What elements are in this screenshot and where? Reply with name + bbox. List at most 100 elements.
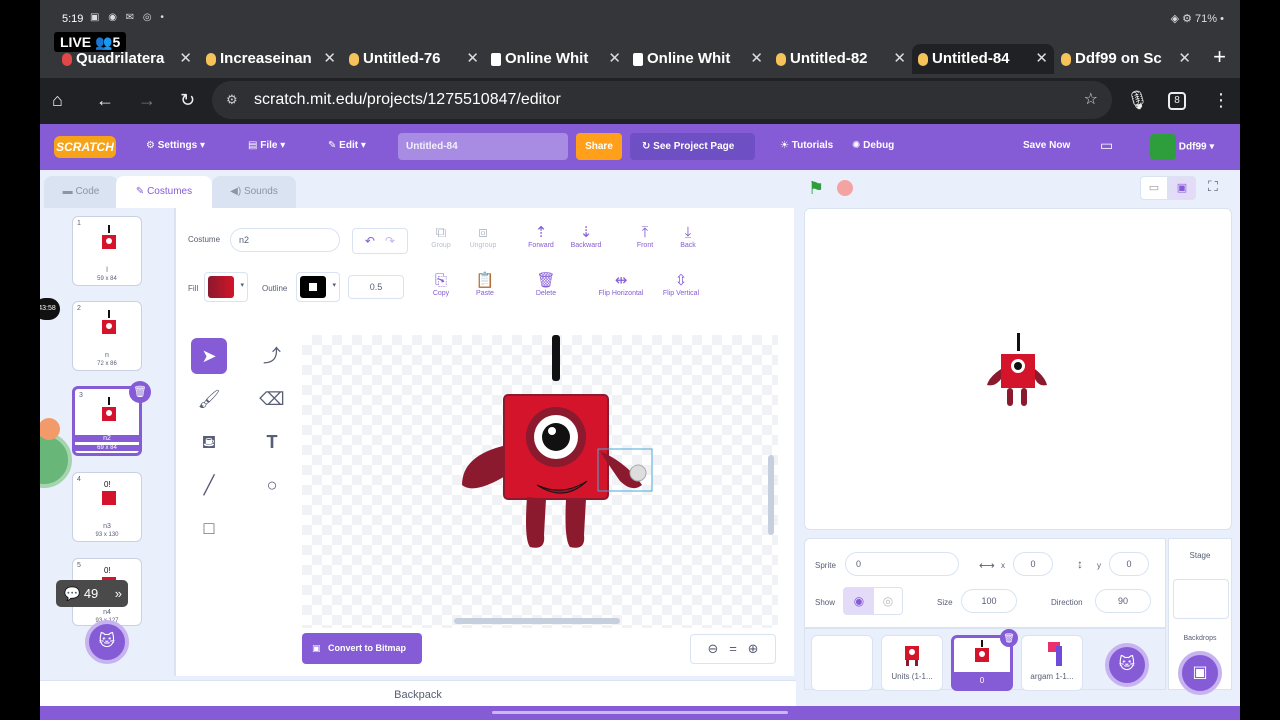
stage[interactable]: [804, 208, 1232, 530]
costume-item[interactable]: 2 n 72 x 86: [72, 301, 142, 371]
close-icon[interactable]: ✕: [750, 44, 763, 74]
zoom-out-icon[interactable]: ⊖: [707, 641, 718, 656]
small-stage-button[interactable]: ▭: [1140, 176, 1168, 200]
browser-tab[interactable]: Increaseinan ✕: [200, 44, 342, 74]
show-eye-icon[interactable]: ◉: [844, 588, 874, 614]
site-info-icon[interactable]: ⚙: [226, 81, 238, 119]
reload-icon[interactable]: ↻: [180, 90, 195, 111]
close-icon[interactable]: ✕: [179, 44, 192, 74]
select-tool[interactable]: ➤: [191, 338, 227, 374]
line-tool[interactable]: ╱: [191, 467, 227, 503]
delete-costume-icon[interactable]: 🗑: [129, 381, 151, 403]
browser-tab[interactable]: Online Whit ✕: [485, 44, 627, 74]
settings-menu[interactable]: ⚙ Settings ▾: [146, 140, 205, 151]
browser-tab[interactable]: Untitled-82 ✕: [770, 44, 912, 74]
sprite-tile[interactable]: Units (1-1...: [881, 635, 943, 691]
costume-item[interactable]: 4 0! n3 93 x 130: [72, 472, 142, 542]
my-stuff-folder-icon[interactable]: ▭: [1100, 137, 1113, 154]
eraser-tool[interactable]: ⌫: [254, 381, 290, 417]
paint-canvas[interactable]: [302, 335, 778, 628]
direction-input[interactable]: 90: [1095, 589, 1151, 613]
stage-target-panel[interactable]: Stage Backdrops ▣: [1168, 538, 1232, 695]
stop-icon[interactable]: [837, 180, 853, 196]
chat-badge[interactable]: 💬 49 »: [56, 580, 128, 607]
brush-tool[interactable]: 🖌: [191, 381, 227, 417]
bookmark-star-icon[interactable]: ☆: [1084, 81, 1098, 119]
back-icon[interactable]: ←: [96, 90, 114, 111]
redo-icon[interactable]: ↷: [385, 234, 395, 248]
see-project-page-button[interactable]: ↻ See Project Page: [630, 133, 755, 160]
sprite-tile-selected[interactable]: 0 🗑: [951, 629, 1018, 691]
browser-tab[interactable]: Online Whit ✕: [627, 44, 769, 74]
outline-color-picker[interactable]: ▾: [296, 272, 340, 302]
save-now-button[interactable]: Save Now: [1023, 140, 1070, 151]
ungroup-button[interactable]: ⧈ Ungroup: [458, 224, 508, 249]
sprite-tile[interactable]: [811, 635, 873, 691]
normal-stage-button[interactable]: ▣: [1168, 176, 1196, 200]
fill-color-picker[interactable]: ▾: [204, 272, 248, 302]
paste-button[interactable]: 📋 Paste: [460, 272, 510, 297]
y-input[interactable]: 0: [1109, 552, 1149, 576]
tab-sounds[interactable]: ◀) Sounds: [212, 176, 296, 208]
tab-costumes[interactable]: ✎ Costumes: [116, 176, 212, 208]
rectangle-tool[interactable]: □: [191, 510, 227, 546]
tab-code[interactable]: ▬ Code: [44, 176, 118, 208]
x-input[interactable]: 0: [1013, 552, 1053, 576]
tab-switcher-button[interactable]: 8: [1168, 92, 1186, 110]
costume-item[interactable]: 1 l 59 x 84: [72, 216, 142, 286]
hide-eye-icon[interactable]: ◎: [874, 588, 902, 614]
flip-vertical-button[interactable]: ⇳ Flip Vertical: [651, 272, 711, 297]
costume-name-input[interactable]: n2: [230, 228, 340, 252]
add-sprite-button[interactable]: 🐱: [1105, 643, 1149, 687]
browser-tab[interactable]: Ddf99 on Sc ✕: [1055, 44, 1197, 74]
circle-tool[interactable]: ○: [254, 467, 290, 503]
copy-button[interactable]: ⎘ Copy: [416, 272, 466, 297]
convert-to-bitmap-button[interactable]: ▣ Convert to Bitmap: [302, 633, 422, 664]
scratch-logo[interactable]: SCRATCH: [54, 136, 116, 158]
url-bar[interactable]: ⚙ scratch.mit.edu/projects/1275510847/ed…: [212, 81, 1112, 119]
close-icon[interactable]: ✕: [608, 44, 621, 74]
close-icon[interactable]: ✕: [1035, 44, 1048, 74]
file-menu[interactable]: ▤ File ▾: [248, 140, 285, 151]
text-tool[interactable]: T: [254, 424, 290, 460]
add-costume-button[interactable]: 🐱: [85, 620, 129, 664]
close-icon[interactable]: ✕: [323, 44, 336, 74]
undo-icon[interactable]: ↶: [365, 234, 375, 248]
home-icon[interactable]: ⌂: [52, 90, 63, 111]
delete-button[interactable]: 🗑 Delete: [521, 272, 571, 297]
backward-button[interactable]: ⇣ Backward: [561, 224, 611, 249]
browser-tab-active[interactable]: Untitled-84 ✕: [912, 44, 1054, 74]
close-icon[interactable]: ✕: [893, 44, 906, 74]
sprite-name-input[interactable]: 0: [845, 552, 959, 576]
fill-tool[interactable]: ⛾: [191, 424, 227, 460]
size-input[interactable]: 100: [961, 589, 1017, 613]
tutorials-button[interactable]: ☀ Tutorials: [780, 140, 833, 151]
new-tab-button[interactable]: +: [1213, 44, 1226, 70]
gesture-handle[interactable]: [492, 711, 788, 714]
more-menu-icon[interactable]: ⋮: [1212, 90, 1230, 111]
flip-horizontal-button[interactable]: ⇹ Flip Horizontal: [586, 272, 656, 297]
debug-button[interactable]: ✺ Debug: [852, 140, 894, 151]
fullscreen-icon[interactable]: ⛶: [1208, 178, 1218, 195]
add-backdrop-button[interactable]: ▣: [1178, 651, 1222, 695]
share-button[interactable]: Share: [576, 133, 622, 160]
back-button[interactable]: ⤓ Back: [663, 224, 713, 249]
zoom-reset-icon[interactable]: =: [729, 641, 737, 656]
account-menu[interactable]: Ddf99 ▾: [1150, 134, 1214, 160]
green-flag-icon[interactable]: ⚑: [808, 178, 824, 199]
close-icon[interactable]: ✕: [466, 44, 479, 74]
sprite-tile[interactable]: argam 1-1...: [1021, 635, 1083, 691]
browser-tab[interactable]: Untitled-76 ✕: [343, 44, 485, 74]
forward-button[interactable]: ⇡ Forward: [516, 224, 566, 249]
reshape-tool[interactable]: ⤴: [254, 338, 290, 374]
close-icon[interactable]: ✕: [1178, 44, 1191, 74]
forward-icon[interactable]: →: [138, 90, 156, 111]
zoom-in-icon[interactable]: ⊕: [748, 641, 759, 656]
outline-width-input[interactable]: 0.5: [348, 275, 404, 299]
horizontal-scrollbar[interactable]: [454, 618, 620, 624]
delete-sprite-icon[interactable]: 🗑: [1000, 629, 1018, 647]
backpack-bar[interactable]: Backpack: [40, 680, 796, 708]
microphone-icon[interactable]: 🎙: [1126, 90, 1149, 111]
costume-item-selected[interactable]: 3 n2 69 x 84 🗑: [72, 381, 151, 456]
edit-menu[interactable]: ✎ Edit ▾: [328, 140, 366, 151]
